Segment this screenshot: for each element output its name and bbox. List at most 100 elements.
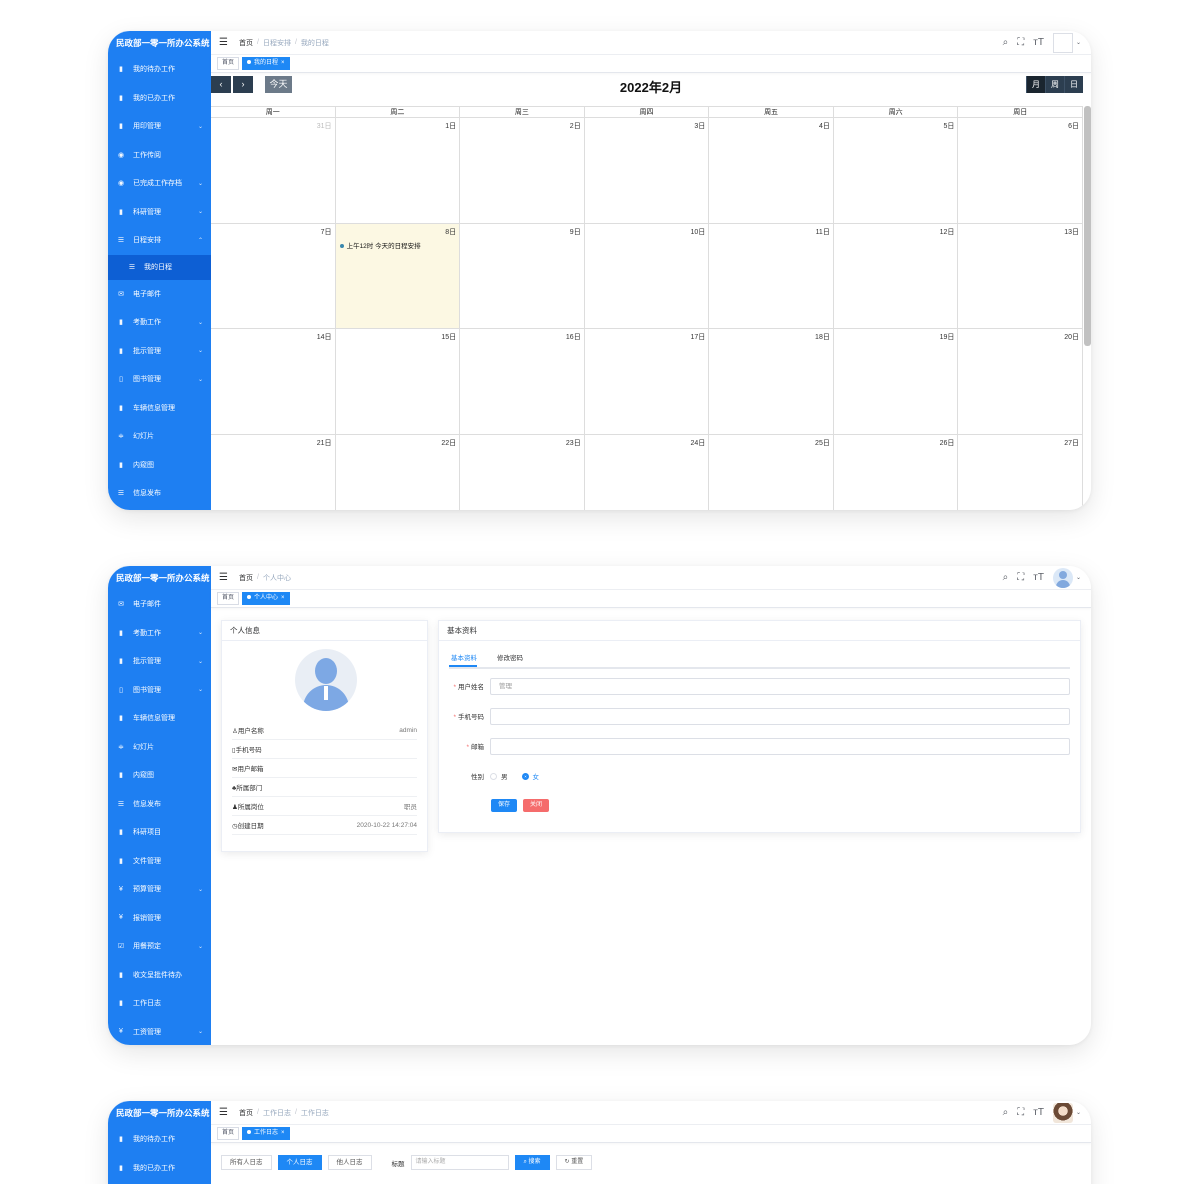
view-week-button[interactable]: 周 [1045,76,1064,93]
sidebar-item[interactable]: ☰ 日程安排 ⌃ [108,226,211,255]
sidebar-item[interactable]: ¥ 预算管理 ⌄ [108,875,211,904]
sidebar-item[interactable]: ▯ 图书管理 ⌄ [108,676,211,705]
chevron-down-icon[interactable]: ⌄ [1076,39,1081,46]
filter-all-logs[interactable]: 所有人日志 [221,1155,272,1170]
breadcrumb-item[interactable]: 工作日志 [263,1108,291,1118]
filter-others-logs[interactable]: 他人日志 [327,1155,372,1170]
tab-change-password[interactable]: 修改密码 [495,653,523,667]
tag-home[interactable]: 首页 [217,1127,240,1140]
sidebar-item[interactable]: ≑ 幻灯片 [108,422,211,451]
sidebar-item[interactable]: ▮ 我的已办工作 [108,84,211,113]
sidebar-item[interactable]: ◉ 工作传阅 [108,141,211,170]
tag-active[interactable]: 我的日程 × [242,57,290,70]
calendar-day-cell[interactable]: 22日 [336,434,461,510]
search-icon[interactable]: ⌕ [1003,1107,1009,1118]
breadcrumb-home[interactable]: 首页 [239,38,253,48]
calendar-day-cell[interactable]: 1日 [335,118,461,224]
gender-female-radio[interactable]: 女 [521,771,539,781]
sidebar-item[interactable]: ▮ 工作日志 [108,989,211,1018]
calendar-day-cell[interactable]: 6日 [958,118,1083,224]
calendar-day-cell[interactable]: 12日 [833,223,959,329]
breadcrumb-home[interactable]: 首页 [239,573,253,583]
phone-field[interactable] [490,707,1070,725]
calendar-day-cell[interactable]: 8日 上午12时 今天的日程安排 [335,223,461,329]
calendar-day-cell[interactable]: 2日 [460,118,585,224]
tag-home[interactable]: 首页 [217,57,240,70]
tab-basic-info[interactable]: 基本资料 [449,653,477,667]
avatar[interactable] [1052,32,1073,53]
sidebar-item[interactable]: ¥ 工资管理 ⌄ [108,1018,211,1046]
close-icon[interactable]: × [281,60,285,66]
sidebar-item[interactable]: ✉ 电子邮件 [108,590,211,619]
close-icon[interactable]: × [281,595,285,601]
calendar-event[interactable]: 上午12时 今天的日程安排 [339,240,421,250]
calendar-day-cell[interactable]: 27日 [958,434,1083,510]
sidebar-item[interactable]: ▮ 内窥图 [108,451,211,480]
sidebar-item[interactable]: ▮ 批示管理 ⌄ [108,337,211,366]
sidebar-item[interactable]: ≑ 幻灯片 [108,733,211,762]
view-month-button[interactable]: 月 [1026,76,1045,93]
breadcrumb-home[interactable]: 首页 [239,1108,253,1118]
sidebar-item[interactable]: ▮ 科研项目 [108,818,211,847]
sidebar-item[interactable]: ¥ 报销管理 [108,904,211,933]
calendar-day-cell[interactable]: 23日 [460,434,585,510]
sidebar-item[interactable]: ▮ 车辆信息管理 [108,394,211,423]
view-day-button[interactable]: 日 [1064,76,1083,93]
sidebar-item[interactable]: ▯ 图书管理 ⌄ [108,365,211,394]
sidebar-item[interactable]: ▮ 我的待办工作 [108,55,211,84]
tag-active[interactable]: 工作日志 × [242,1127,290,1140]
calendar-day-cell[interactable]: 13日 [958,223,1083,329]
calendar-day-cell[interactable]: 7日 [211,223,336,329]
sidebar-item[interactable]: ◉ 已完成工作存档 ⌄ [108,169,211,198]
calendar-day-cell[interactable]: 21日 [211,434,336,510]
sidebar-item[interactable]: ▮ 内窥图 [108,761,211,790]
calendar-day-cell[interactable]: 14日 [211,329,336,435]
hamburger-icon[interactable]: ☰ [219,37,233,48]
tag-active[interactable]: 个人中心 × [242,592,290,605]
calendar-day-cell[interactable]: 18日 [709,329,834,435]
fullscreen-icon[interactable]: ⛶ [1017,37,1024,48]
calendar-day-cell[interactable]: 24日 [585,434,710,510]
chevron-down-icon[interactable]: ⌄ [1076,1109,1081,1116]
font-size-icon[interactable]: ᴛT [1033,572,1044,583]
calendar-day-cell[interactable]: 10日 [584,223,710,329]
scrollbar[interactable] [1084,106,1091,346]
search-icon[interactable]: ⌕ [1003,572,1009,583]
sidebar-item[interactable]: ☰ 信息发布 [108,790,211,819]
hamburger-icon[interactable]: ☰ [219,1107,233,1118]
sidebar-item[interactable]: ▮ 考勤工作 ⌄ [108,619,211,648]
sidebar-item[interactable]: ▮ 批示管理 ⌄ [108,647,211,676]
sidebar-item[interactable]: ☰ 我的日程 [108,254,211,280]
reset-button[interactable]: ↻ 重置 [555,1155,593,1170]
font-size-icon[interactable]: ᴛT [1033,1107,1044,1118]
sidebar-item[interactable]: ▮ 文件管理 [108,847,211,876]
sidebar-item[interactable]: ▮ 我的已办工作 [108,1154,211,1183]
calendar-day-cell[interactable]: 5日 [833,118,959,224]
sidebar-item[interactable]: ▮ 我的待办工作 [108,1125,211,1154]
calendar-day-cell[interactable]: 16日 [460,329,585,435]
close-icon[interactable]: × [281,1130,285,1136]
search-icon[interactable]: ⌕ [1003,37,1009,48]
search-button[interactable]: ⌕ 搜索 [514,1155,550,1170]
calendar-day-cell[interactable]: 17日 [584,329,710,435]
sidebar-item[interactable]: ▮ 收文呈批件待办 [108,961,211,990]
calendar-day-cell[interactable]: 19日 [833,329,959,435]
sidebar-item[interactable]: ▮ 考勤工作 ⌄ [108,308,211,337]
calendar-day-cell[interactable]: 26日 [834,434,959,510]
avatar[interactable] [1052,1102,1073,1123]
tag-home[interactable]: 首页 [217,592,240,605]
username-field[interactable]: 管理 [490,677,1070,695]
gender-male-radio[interactable]: 男 [490,771,508,781]
hamburger-icon[interactable]: ☰ [219,572,233,583]
breadcrumb-item[interactable]: 日程安排 [263,38,291,48]
fullscreen-icon[interactable]: ⛶ [1017,1107,1024,1118]
calendar-day-cell[interactable]: 15日 [335,329,461,435]
sidebar-item[interactable]: ✉ 电子邮件 [108,280,211,309]
calendar-day-cell[interactable]: 11日 [709,223,834,329]
save-button[interactable]: 保存 [491,799,518,812]
sidebar-item[interactable]: ☑ 用餐预定 ⌄ [108,932,211,961]
calendar-day-cell[interactable]: 31日 [211,118,336,224]
calendar-day-cell[interactable]: 3日 [584,118,710,224]
user-avatar[interactable] [295,649,357,711]
sidebar-item[interactable]: ☰ 信息发布 [108,479,211,508]
